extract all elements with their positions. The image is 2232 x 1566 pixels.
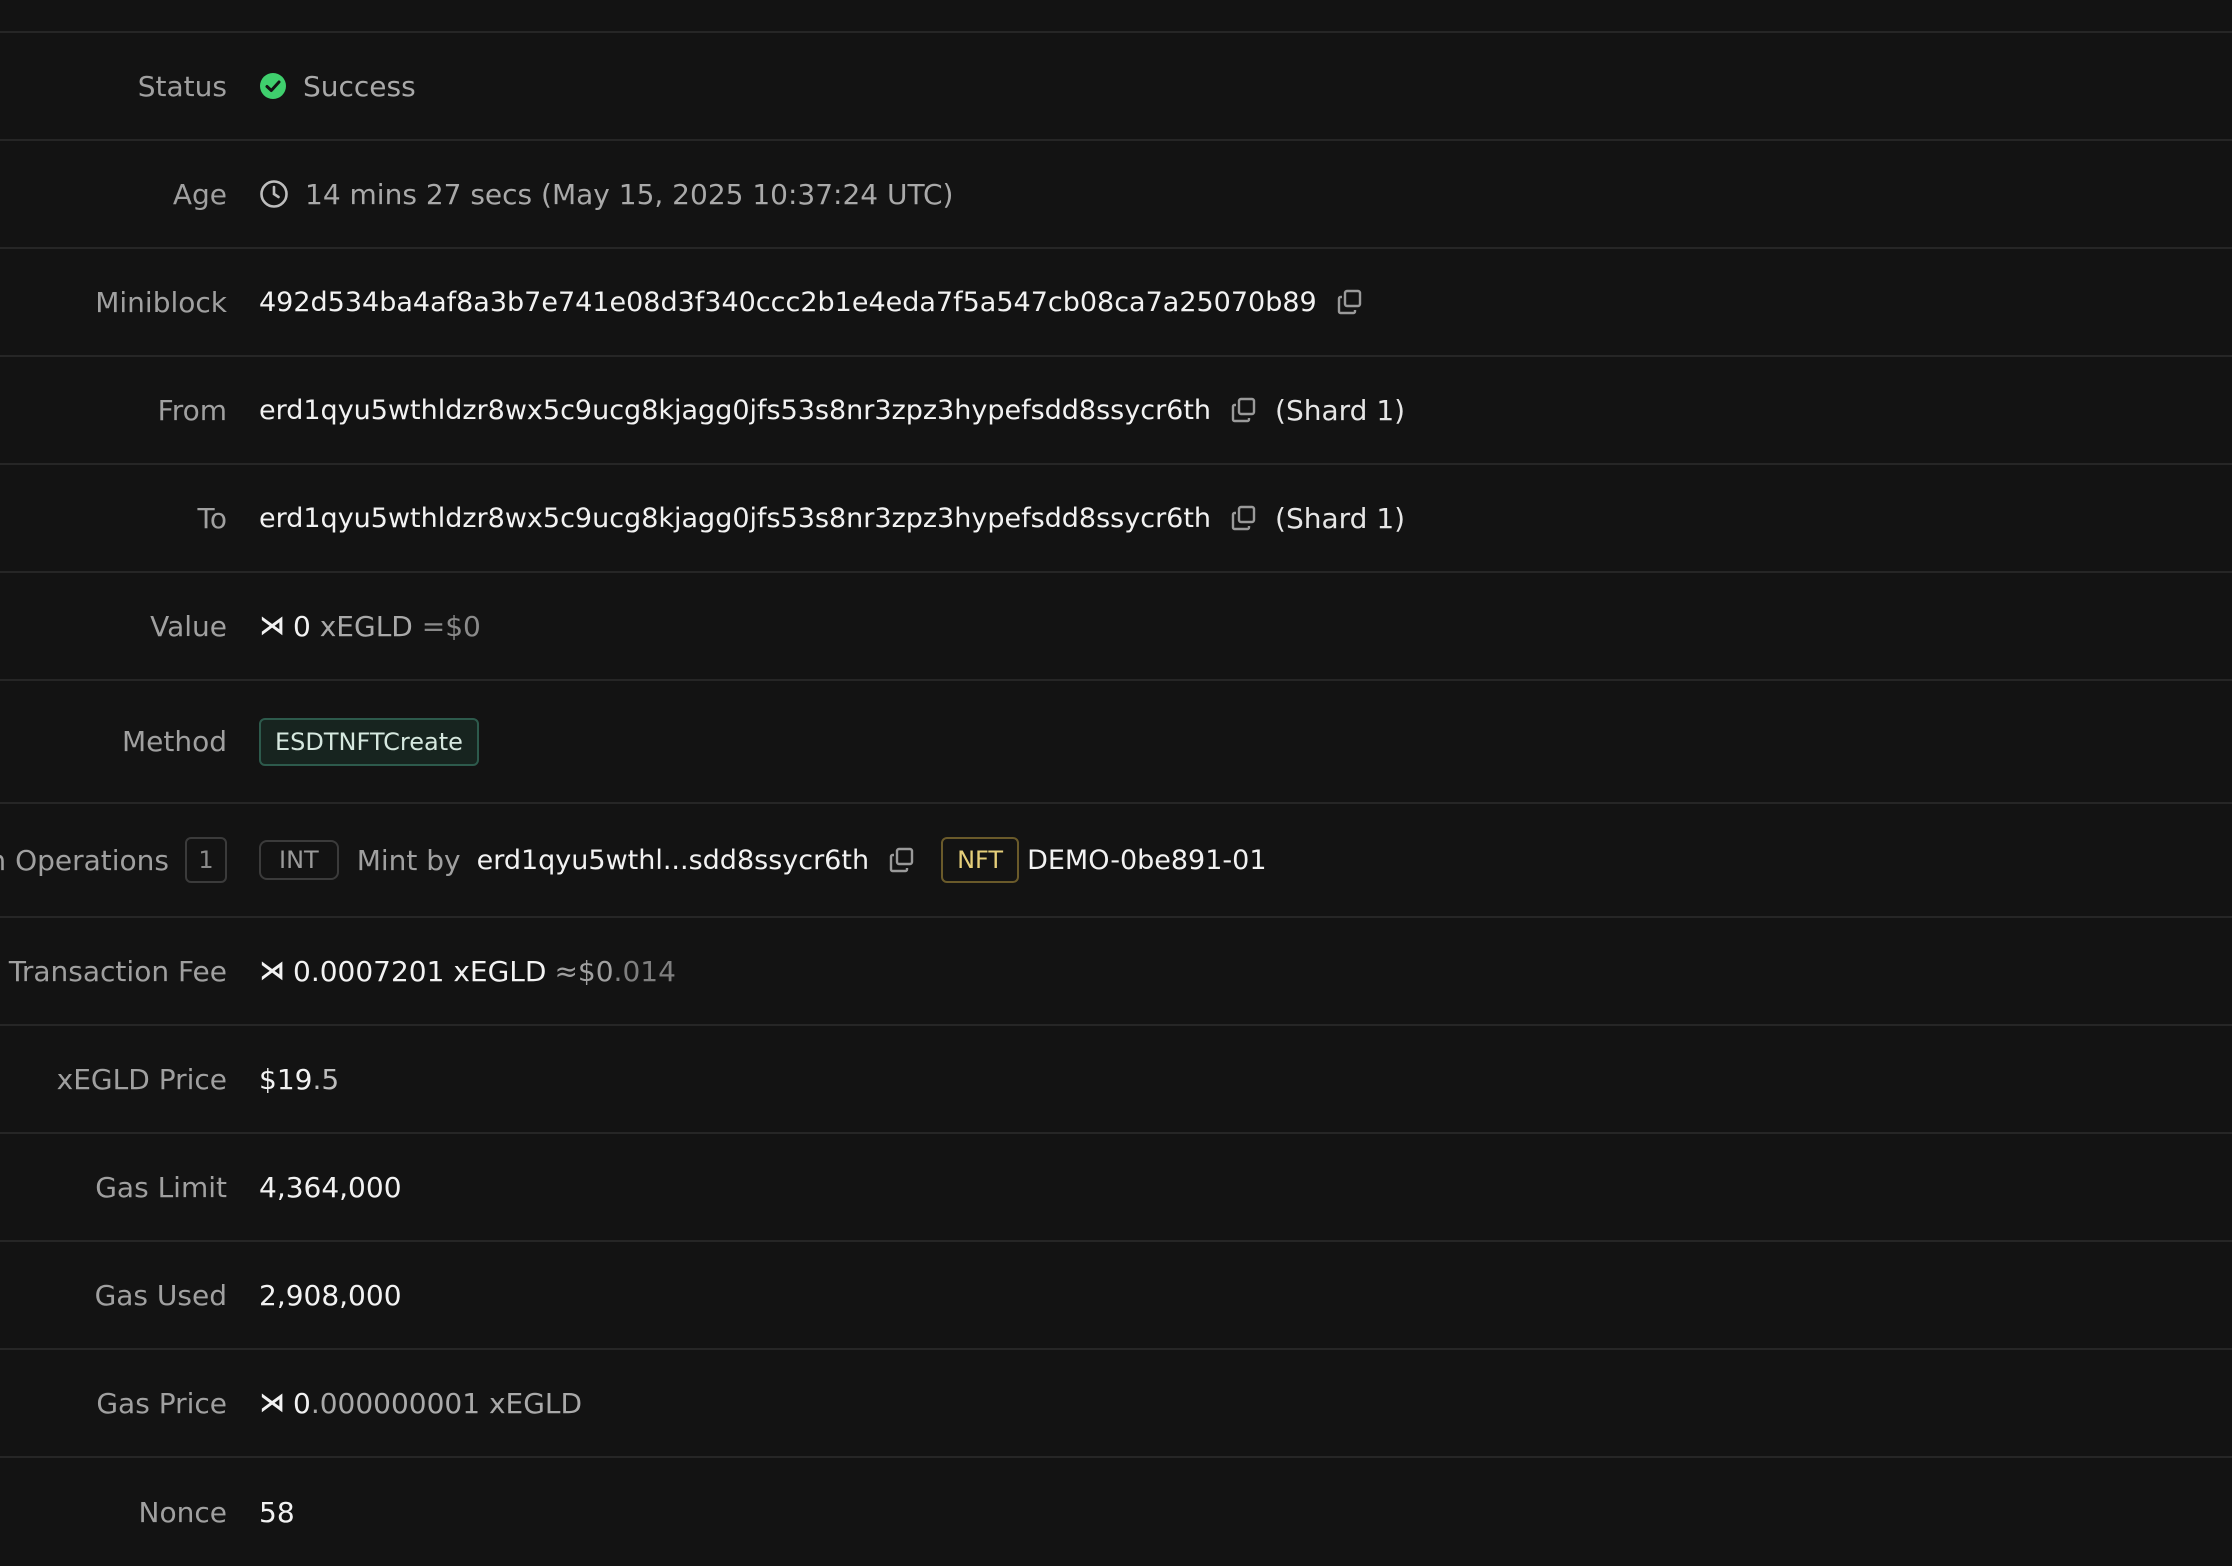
nonce-row: Nonce 58 — [0, 1458, 2232, 1566]
copy-icon[interactable] — [1335, 287, 1365, 317]
egld-icon: ⋊ — [259, 956, 285, 986]
operations-value: INT Mint by erd1qyu5wthl...sdd8ssycr6th … — [259, 804, 1267, 916]
value-amount: 0 — [293, 609, 311, 643]
status-label: Status — [137, 69, 227, 103]
operation-action: Mint by — [356, 843, 461, 877]
gas-price-row: Gas Price ⋊ 0.000000001 xEGLD — [0, 1350, 2232, 1458]
age-text: 14 mins 27 secs (May 15, 2025 10:37:24 U… — [305, 177, 954, 211]
fee-unit: xEGLD — [453, 954, 547, 988]
fee-label: Transaction Fee — [8, 954, 227, 988]
operations-label: n Operations 1 — [0, 804, 227, 916]
gas-used-value: 2,908,000 — [259, 1278, 402, 1312]
from-label: From — [157, 393, 227, 427]
from-address-link[interactable]: erd1qyu5wthldzr8wx5c9ucg8kjagg0jfs53s8nr… — [259, 395, 1211, 426]
gas-price-int: 0 — [293, 1386, 311, 1420]
price-row: xEGLD Price $19.5 — [0, 1026, 2232, 1134]
egld-icon: ⋊ — [259, 1388, 285, 1418]
gas-price-unit: xEGLD — [488, 1386, 583, 1420]
operations-count-badge: 1 — [185, 837, 227, 883]
from-value: erd1qyu5wthldzr8wx5c9ucg8kjagg0jfs53s8nr… — [259, 357, 1405, 463]
operation-type-badge: INT — [259, 840, 339, 880]
copy-icon[interactable] — [887, 845, 917, 875]
egld-icon: ⋊ — [259, 611, 285, 641]
to-address-link[interactable]: erd1qyu5wthldzr8wx5c9ucg8kjagg0jfs53s8nr… — [259, 503, 1211, 534]
age-row: Age 14 mins 27 secs (May 15, 2025 10:37:… — [0, 141, 2232, 249]
miniblock-row: Miniblock 492d534ba4af8a3b7e741e08d3f340… — [0, 249, 2232, 357]
fee-row: Transaction Fee ⋊ 0.0007201 xEGLD ≈$0.01… — [0, 918, 2232, 1026]
price-value: $19.5 — [259, 1026, 339, 1132]
operations-row: n Operations 1 INT Mint by erd1qyu5wthl.… — [0, 804, 2232, 918]
value-value: ⋊ 0 xEGLD =$0 — [259, 573, 481, 679]
method-value: ESDTNFTCreate — [259, 681, 479, 802]
gas-price-decimals: .000000001 — [310, 1386, 481, 1420]
to-row: To erd1qyu5wthldzr8wx5c9ucg8kjagg0jfs53s… — [0, 465, 2232, 573]
fee-amount: 0.0007201 — [293, 954, 445, 988]
token-type-badge: NFT — [941, 837, 1020, 883]
gas-limit-value: 4,364,000 — [259, 1170, 402, 1204]
fee-usd-decimals: .014 — [613, 954, 676, 988]
fee-value: ⋊ 0.0007201 xEGLD ≈$0.014 — [259, 918, 676, 1024]
gas-used-row: Gas Used 2,908,000 — [0, 1242, 2232, 1350]
miniblock-label: Miniblock — [95, 285, 227, 319]
top-divider — [0, 0, 2232, 33]
operations-label-text: n Operations — [0, 843, 169, 877]
fee-usd: ≈$0.014 — [554, 955, 675, 988]
fee-usd-prefix: ≈$0 — [554, 954, 614, 988]
value-unit: xEGLD — [319, 609, 413, 643]
to-label: To — [197, 501, 227, 535]
price-label: xEGLD Price — [56, 1062, 227, 1096]
token-identifier-link[interactable]: DEMO-0be891-01 — [1027, 845, 1266, 876]
gas-used-label: Gas Used — [94, 1278, 227, 1312]
age-label: Age — [172, 177, 227, 211]
price-decimals: .5 — [312, 1062, 340, 1096]
copy-icon[interactable] — [1229, 395, 1259, 425]
price-int: $19 — [259, 1062, 313, 1096]
from-row: From erd1qyu5wthldzr8wx5c9ucg8kjagg0jfs5… — [0, 357, 2232, 465]
to-value: erd1qyu5wthldzr8wx5c9ucg8kjagg0jfs53s8nr… — [259, 465, 1405, 571]
from-shard[interactable]: (Shard 1) — [1275, 394, 1405, 427]
method-label: Method — [121, 725, 227, 758]
to-shard[interactable]: (Shard 1) — [1275, 502, 1405, 535]
age-value: 14 mins 27 secs (May 15, 2025 10:37:24 U… — [259, 141, 953, 247]
check-circle-icon — [259, 72, 287, 100]
gas-limit-label: Gas Limit — [95, 1170, 227, 1204]
transaction-details: Status Success Age 14 mins 27 secs (May … — [0, 33, 2232, 1566]
method-row: Method ESDTNFTCreate — [0, 681, 2232, 804]
status-row: Status Success — [0, 33, 2232, 141]
value-row: Value ⋊ 0 xEGLD =$0 — [0, 573, 2232, 681]
miniblock-hash-link[interactable]: 492d534ba4af8a3b7e741e08d3f340ccc2b1e4ed… — [259, 287, 1317, 318]
status-text: Success — [303, 69, 416, 103]
clock-icon — [259, 179, 289, 209]
miniblock-value: 492d534ba4af8a3b7e741e08d3f340ccc2b1e4ed… — [259, 249, 1365, 355]
gas-price-label: Gas Price — [96, 1386, 227, 1420]
gas-limit-row: Gas Limit 4,364,000 — [0, 1134, 2232, 1242]
value-usd: =$0 — [421, 609, 481, 643]
gas-price-value: ⋊ 0.000000001 xEGLD — [259, 1350, 582, 1456]
nonce-value: 58 — [259, 1495, 295, 1529]
method-badge: ESDTNFTCreate — [259, 717, 479, 766]
value-label: Value — [150, 609, 227, 643]
status-value: Success — [259, 33, 416, 139]
nonce-label: Nonce — [138, 1495, 227, 1529]
operation-address-link[interactable]: erd1qyu5wthl...sdd8ssycr6th — [477, 845, 869, 876]
copy-icon[interactable] — [1229, 503, 1259, 533]
